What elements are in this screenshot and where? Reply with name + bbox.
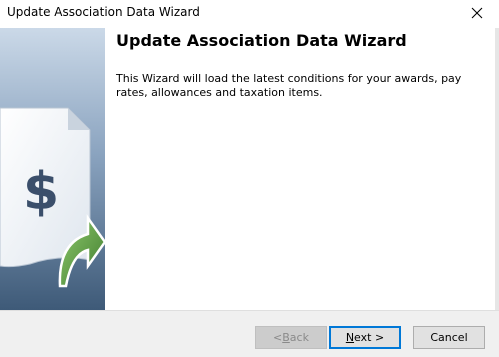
back-button-prefix: < <box>273 331 283 344</box>
wizard-window: Update Association Data Wizard $ Update … <box>0 0 499 357</box>
next-button-rest: ext > <box>354 331 385 344</box>
back-button-mnemonic: B <box>282 331 290 344</box>
wizard-side-banner: $ <box>0 28 105 310</box>
cancel-button[interactable]: Cancel <box>413 326 485 349</box>
side-banner-graphic: $ <box>0 28 105 310</box>
page-description: This Wizard will load the latest conditi… <box>116 72 462 99</box>
title-bar: Update Association Data Wizard <box>0 0 499 26</box>
next-button[interactable]: Next > <box>329 326 401 349</box>
close-icon <box>471 7 483 19</box>
cancel-button-label: Cancel <box>430 331 468 344</box>
page-heading: Update Association Data Wizard <box>116 31 407 50</box>
window-title: Update Association Data Wizard <box>7 5 200 19</box>
wizard-content: Update Association Data Wizard This Wiza… <box>105 28 495 310</box>
next-button-mnemonic: N <box>345 331 355 344</box>
content-edge <box>495 28 499 310</box>
close-button[interactable] <box>455 0 499 26</box>
back-button[interactable]: < Back <box>255 326 327 349</box>
back-button-rest: ack <box>289 331 309 344</box>
dollar-symbol: $ <box>23 162 59 222</box>
button-bar: < Back Next > Cancel <box>0 310 499 357</box>
